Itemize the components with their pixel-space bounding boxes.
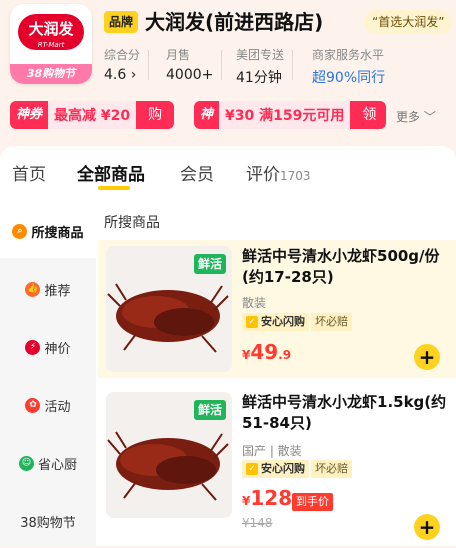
original-price: ¥148 bbox=[242, 516, 273, 530]
coupon-tag: 神券 bbox=[194, 101, 220, 129]
tab-reviews[interactable]: 评价1703 bbox=[246, 160, 311, 185]
tab-bar: 首页 全部商品 会员 评价1703 bbox=[0, 146, 456, 194]
add-to-cart-button[interactable]: + bbox=[414, 344, 440, 370]
product-image[interactable]: 鲜活 bbox=[106, 392, 232, 518]
stat-delivery-time: 美团专送 41分钟 bbox=[236, 46, 294, 87]
coupon-text: 最高减 ¥20 bbox=[54, 108, 131, 124]
coupon-text: ¥30 满159元可用 bbox=[225, 108, 345, 124]
coupon-max-discount[interactable]: 神券 最高减 ¥20 购 bbox=[10, 101, 175, 129]
logo-event-banner: 38购物节 bbox=[10, 64, 92, 84]
search-icon: ⌕ bbox=[12, 223, 28, 239]
coupon-claim-button[interactable]: 领 bbox=[350, 101, 386, 129]
category-sidebar: ⌕ 所搜商品 👍 推荐 ⚡ 神价 ✿ 活动 ☺ 省心厨 38购物节 bbox=[0, 204, 96, 546]
coupon-buy-button[interactable]: 购 bbox=[136, 101, 175, 129]
coupon-row: 神券 最高减 ¥20 购 神券 ¥30 满159元可用 领 更多 ﹀ bbox=[0, 100, 456, 130]
sidebar-item-activity[interactable]: ✿ 活动 bbox=[0, 378, 96, 432]
add-to-cart-button[interactable]: + bbox=[414, 514, 440, 540]
tab-home[interactable]: 首页 bbox=[12, 160, 46, 185]
thumbs-up-icon: 👍 bbox=[25, 281, 41, 297]
check-icon: ✓ bbox=[246, 316, 258, 328]
stat-service-level: 商家服务水平 超90%同行 bbox=[312, 48, 386, 86]
main-panel: 首页 全部商品 会员 评价1703 ⌕ 所搜商品 👍 推荐 ⚡ 神价 ✿ 活动 … bbox=[0, 146, 456, 546]
product-card[interactable]: 鲜活 鲜活中号清水小龙虾1.5kg(约51-84只) 国产 | 散装 ✓ 安心闪购… bbox=[98, 386, 456, 546]
sidebar-item-38-festival[interactable]: 38购物节 bbox=[0, 494, 96, 548]
product-origin: 国产 | 散装 bbox=[242, 444, 302, 458]
stat-rating[interactable]: 综合分 4.6 › bbox=[104, 46, 150, 83]
sidebar-item-searched[interactable]: ⌕ 所搜商品 bbox=[0, 204, 96, 258]
tab-all-products[interactable]: 全部商品 bbox=[77, 160, 145, 185]
product-origin: 散装 bbox=[242, 296, 267, 310]
fresh-tag: 鲜活 bbox=[194, 400, 227, 420]
sidebar-item-recommended[interactable]: 👍 推荐 bbox=[0, 262, 96, 316]
sidebar-item-god-price[interactable]: ⚡ 神价 bbox=[0, 320, 96, 374]
check-icon: ✓ bbox=[246, 463, 258, 475]
brand-badge: 品牌 bbox=[104, 11, 139, 33]
more-coupons-link[interactable]: 更多 ﹀ bbox=[396, 108, 436, 125]
product-title[interactable]: 鲜活中号清水小龙虾500g/份(约17-28只) bbox=[242, 246, 448, 288]
coupon-tag: 神券 bbox=[10, 101, 49, 129]
sidebar-item-easy-kitchen[interactable]: ☺ 省心厨 bbox=[0, 436, 96, 490]
product-price: ¥49.9 bbox=[242, 340, 292, 364]
store-header: 大润发 RT-Mart 38购物节 品牌 大润发(前进西路店) “首选大润发” … bbox=[0, 0, 456, 100]
final-price-tag: 到手价 bbox=[292, 493, 333, 511]
guarantee-badge: ✓ 安心闪购 坏必赔 bbox=[242, 313, 352, 331]
gift-icon: ✿ bbox=[25, 397, 41, 413]
rt-mart-logo: 大润发 RT-Mart bbox=[18, 14, 84, 50]
section-title: 所搜商品 bbox=[104, 215, 160, 231]
product-image[interactable]: 鲜活 bbox=[106, 246, 232, 372]
store-stats: 综合分 4.6 › 月售 4000+ 美团专送 41分钟 商家服务水平 超90%… bbox=[104, 46, 454, 86]
coupon-30-off[interactable]: 神券 ¥30 满159元可用 领 bbox=[194, 101, 386, 129]
lightning-icon: ⚡ bbox=[25, 339, 41, 355]
tab-membership[interactable]: 会员 bbox=[180, 160, 214, 185]
guarantee-badge: ✓ 安心闪购 坏必赔 bbox=[242, 460, 352, 478]
review-count: 1703 bbox=[280, 169, 311, 183]
stat-monthly-sales: 月售 4000+ bbox=[166, 46, 223, 83]
fresh-tag: 鲜活 bbox=[194, 254, 227, 274]
product-price: ¥128 bbox=[242, 486, 293, 510]
store-logo[interactable]: 大润发 RT-Mart 38购物节 bbox=[10, 4, 92, 84]
active-tab-indicator bbox=[98, 186, 130, 190]
chef-icon: ☺ bbox=[18, 455, 34, 471]
product-card[interactable]: 鲜活 鲜活中号清水小龙虾500g/份(约17-28只) 散装 ✓ 安心闪购 坏必赔… bbox=[98, 240, 456, 378]
store-name[interactable]: 大润发(前进西路店) bbox=[145, 6, 323, 35]
product-title[interactable]: 鲜活中号清水小龙虾1.5kg(约51-84只) bbox=[242, 392, 448, 434]
choice-tag[interactable]: “首选大润发” bbox=[364, 10, 453, 34]
